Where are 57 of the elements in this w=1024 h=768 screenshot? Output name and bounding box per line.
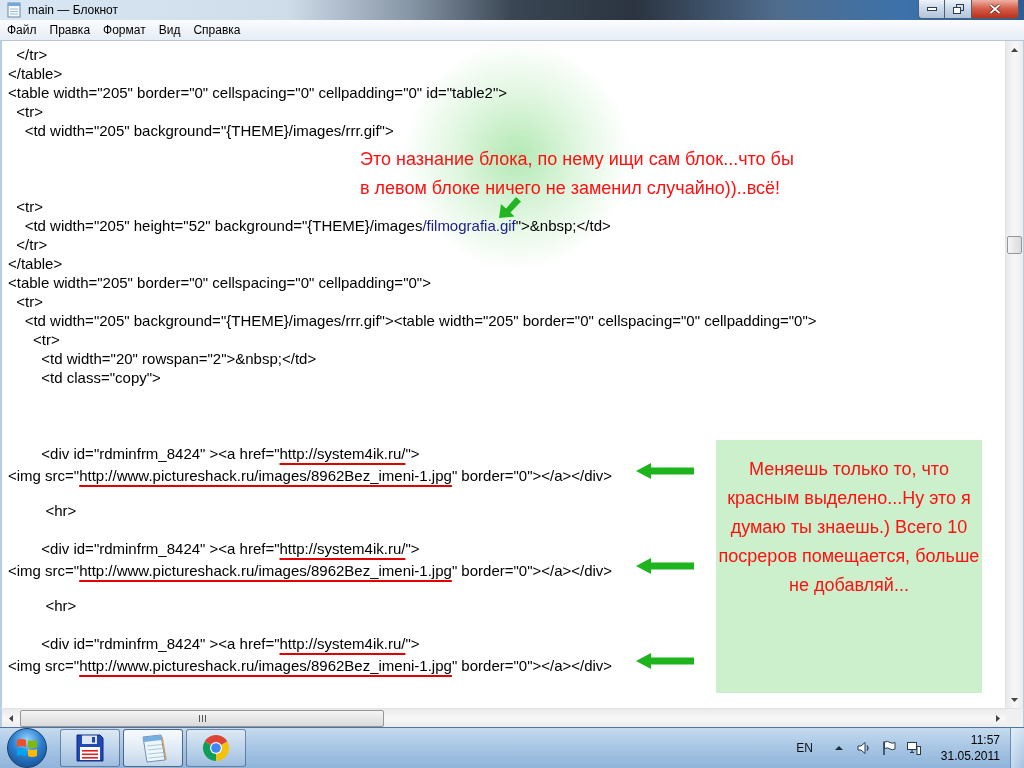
- clock-button[interactable]: 11:57 31.05.2011: [934, 732, 1006, 764]
- code-line: <div id="rdminfrm_8424" ><a href="http://system4ik.ru/">: [40, 444, 420, 463]
- menu-item[interactable]: Правка: [43, 21, 97, 39]
- scrollbar-thumb[interactable]: [1007, 236, 1022, 254]
- menu-item[interactable]: Файл: [1, 21, 43, 39]
- close-button[interactable]: [972, 0, 1019, 19]
- notepad-icon: [6, 2, 22, 18]
- code-line: <table width="205" border="0" cellspacing="0" cellpadding="0">: [8, 273, 431, 292]
- code-line: <tr>: [15, 292, 44, 311]
- code-line: <hr>: [44, 501, 77, 520]
- code-line: </tr>: [15, 45, 48, 64]
- caret-up-icon: [1011, 47, 1018, 52]
- close-icon: [989, 4, 1001, 14]
- code-line: </table>: [8, 64, 63, 83]
- code-line: <img src="http://www.pictureshack.ru/images/8962Bez_imeni-1.jpg" border="0"></a></div>: [8, 560, 614, 580]
- grip-icon: [198, 714, 206, 722]
- code-line: <td width="205" height="52" background="{THEME}/images/filmografia.gif">&nbsp;</td>: [23, 216, 611, 235]
- taskbar-button[interactable]: [60, 729, 120, 767]
- restore-icon: [952, 4, 964, 14]
- code-line: <td width="20" rowspan="2">&nbsp;</td>: [40, 349, 317, 368]
- window-title: main — Блокнот: [28, 3, 118, 17]
- code-line: </table>: [8, 254, 63, 273]
- code-line: <hr>: [44, 596, 77, 615]
- four-pane-logo-icon: [16, 738, 38, 758]
- minimize-button[interactable]: [918, 0, 945, 19]
- note-text: Меняешь только то, что красным выделено...Ну это я думаю ты знаешь.) Всего 10 посреров помещается, больше не добавляй...: [717, 458, 981, 597]
- code-line: <img src="http://www.pictureshack.ru/images/8962Bez_imeni-1.jpg" border="0"></a></div>: [8, 655, 614, 675]
- code-line: <table width="205" border="0" cellspacing="0" cellpadding="0" id="table2">: [8, 83, 507, 102]
- taskbar-button[interactable]: [123, 729, 183, 767]
- caret-left-icon: [8, 714, 13, 722]
- language-indicator[interactable]: EN: [792, 741, 817, 755]
- code-line: <td width="205" background="{THEME}/images/rrr.gif">: [23, 121, 394, 140]
- start-button[interactable]: [7, 728, 47, 768]
- scrollbar-thumb[interactable]: [20, 709, 384, 727]
- caret-right-icon: [995, 714, 1000, 722]
- ring-logo-icon: [202, 734, 230, 762]
- code-line: </tr>: [15, 235, 48, 254]
- menu-item[interactable]: Формат: [97, 21, 152, 39]
- flag-icon[interactable]: [880, 740, 897, 756]
- down-left-arrow-icon: [498, 195, 524, 219]
- menu-item[interactable]: Вид: [152, 21, 187, 39]
- code-line: <td width="205" background="{THEME}/images/rrr.gif"><table width="205" border="0" cellspacing="0" cellpadding="0">: [23, 311, 817, 330]
- menu-item[interactable]: Справка: [187, 21, 247, 39]
- code-line: <tr>: [15, 197, 44, 216]
- code-line: <tr>: [15, 102, 44, 121]
- speaker-icon[interactable]: [855, 740, 872, 756]
- scrollbar-corner: [1006, 709, 1023, 727]
- minimize-icon: [926, 7, 937, 11]
- restore-button[interactable]: [945, 0, 972, 19]
- annotation-text: Это назнание блока, по нему ищи сам блок...что бы в левом блоке ничего не заменил случайно))..всё!: [360, 148, 794, 200]
- network-icon[interactable]: [905, 740, 922, 756]
- code-line: <tr>: [32, 330, 60, 349]
- code-line: <div id="rdminfrm_8424" ><a href="http://system4ik.ru/">: [40, 634, 420, 653]
- code-line: <div id="rdminfrm_8424" ><a href="http://system4ik.ru/">: [40, 539, 420, 558]
- code-line: <img src="http://www.pictureshack.ru/images/8962Bez_imeni-1.jpg" border="0"></a></div>: [8, 465, 614, 485]
- code-line: <td class="copy">: [40, 368, 161, 387]
- caret-down-icon: [1011, 697, 1018, 702]
